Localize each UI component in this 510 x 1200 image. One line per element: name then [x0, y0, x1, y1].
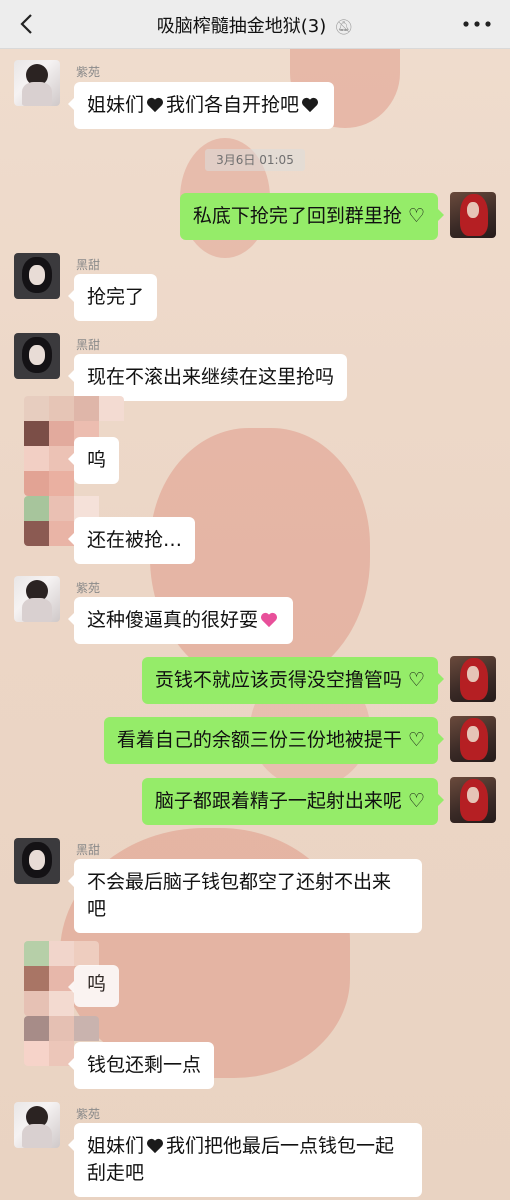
- avatar[interactable]: [14, 333, 60, 379]
- message-text: 姐妹们: [87, 94, 145, 116]
- black-heart-icon: [302, 97, 319, 113]
- message-text: 现在不滚出来继续在这里抢吗: [87, 366, 335, 388]
- more-dots-icon[interactable]: [462, 16, 492, 32]
- message-text: 不会最后脑子钱包都空了还射不出来: [87, 871, 392, 893]
- message-bubble[interactable]: 姐妹们 我们各自开抢吧: [67, 82, 335, 129]
- message-bubble[interactable]: 不会最后脑子钱包都空了还射不出来 吧: [68, 859, 422, 933]
- sender-name: 紫苑: [76, 1107, 101, 1121]
- message-text: 私底下抢完了回到群里抢 ♡: [192, 205, 425, 227]
- sender-name: 紫苑: [76, 581, 101, 595]
- avatar[interactable]: [14, 60, 60, 106]
- avatar[interactable]: [450, 777, 496, 823]
- message-bubble[interactable]: 脑子都跟着精子一起射出来呢 ♡: [141, 778, 445, 825]
- message-list[interactable]: 紫苑 姐妹们 我们各自开抢吧 3月6日 01:05 私底下抢完了回到群里抢 ♡ 黑…: [0, 48, 510, 1200]
- black-heart-icon: [147, 1138, 164, 1154]
- message-bubble[interactable]: 抢完了: [67, 274, 158, 321]
- message-bubble[interactable]: 贡钱不就应该贡得没空撸管吗 ♡: [141, 657, 445, 704]
- message-text: 这种傻逼真的很好耍: [87, 609, 259, 631]
- avatar[interactable]: [14, 838, 60, 884]
- message-text: 贡钱不就应该贡得没空撸管吗 ♡: [154, 669, 425, 691]
- message-bubble[interactable]: 钱包还剩一点: [67, 1042, 215, 1089]
- message-bubble[interactable]: 看着自己的余额三份三份地被提干 ♡: [103, 717, 445, 764]
- message-bubble[interactable]: 私底下抢完了回到群里抢 ♡: [179, 193, 445, 240]
- message-bubble[interactable]: 还在被抢…: [67, 517, 196, 564]
- message-text: 还在被抢…: [87, 529, 183, 551]
- avatar[interactable]: [14, 576, 60, 622]
- message-text: 看着自己的余额三份三份地被提干 ♡: [116, 729, 425, 751]
- message-text: 吧: [87, 898, 107, 920]
- message-text: 呜: [87, 449, 107, 471]
- message-text: 我们把他最后一点钱包一起: [166, 1135, 395, 1157]
- message-bubble[interactable]: 这种傻逼真的很好耍: [67, 597, 294, 644]
- avatar[interactable]: [14, 253, 60, 299]
- message-text: 呜: [87, 973, 107, 995]
- message-text: 脑子都跟着精子一起射出来呢 ♡: [154, 790, 425, 812]
- muted-bell-icon: 🔕︎: [334, 18, 354, 36]
- sender-name: 黑甜: [76, 338, 101, 352]
- chat-header: 吸脑榨髓抽金地狱(3) 🔕︎: [0, 0, 510, 49]
- message-text: 钱包还剩一点: [87, 1054, 202, 1076]
- message-text: 抢完了: [87, 286, 145, 308]
- avatar[interactable]: [450, 716, 496, 762]
- message-bubble[interactable]: 呜: [67, 965, 120, 1007]
- avatar[interactable]: [450, 656, 496, 702]
- message-text: 刮走吧: [87, 1162, 145, 1184]
- sender-name: 黑甜: [76, 843, 101, 857]
- avatar[interactable]: [450, 192, 496, 238]
- message-text: 姐妹们: [87, 1135, 145, 1157]
- chat-title: 吸脑榨髓抽金地狱(3) 🔕︎: [0, 12, 510, 38]
- message-line: 姐妹们 我们把他最后一点钱包一起: [87, 1133, 409, 1160]
- message-bubble[interactable]: 现在不滚出来继续在这里抢吗: [67, 354, 348, 401]
- pink-heart-icon: [261, 612, 278, 628]
- message-bubble[interactable]: 呜: [67, 437, 120, 484]
- message-text: 我们各自开抢吧: [166, 94, 300, 116]
- message-bubble[interactable]: 姐妹们 我们把他最后一点钱包一起 刮走吧: [68, 1123, 422, 1197]
- timestamp: 3月6日 01:05: [205, 149, 305, 171]
- black-heart-icon: [147, 97, 164, 113]
- chat-title-text: 吸脑榨髓抽金地狱(3): [156, 16, 327, 37]
- avatar[interactable]: [14, 1102, 60, 1148]
- sender-name: 黑甜: [76, 258, 101, 272]
- sender-name: 紫苑: [76, 65, 101, 79]
